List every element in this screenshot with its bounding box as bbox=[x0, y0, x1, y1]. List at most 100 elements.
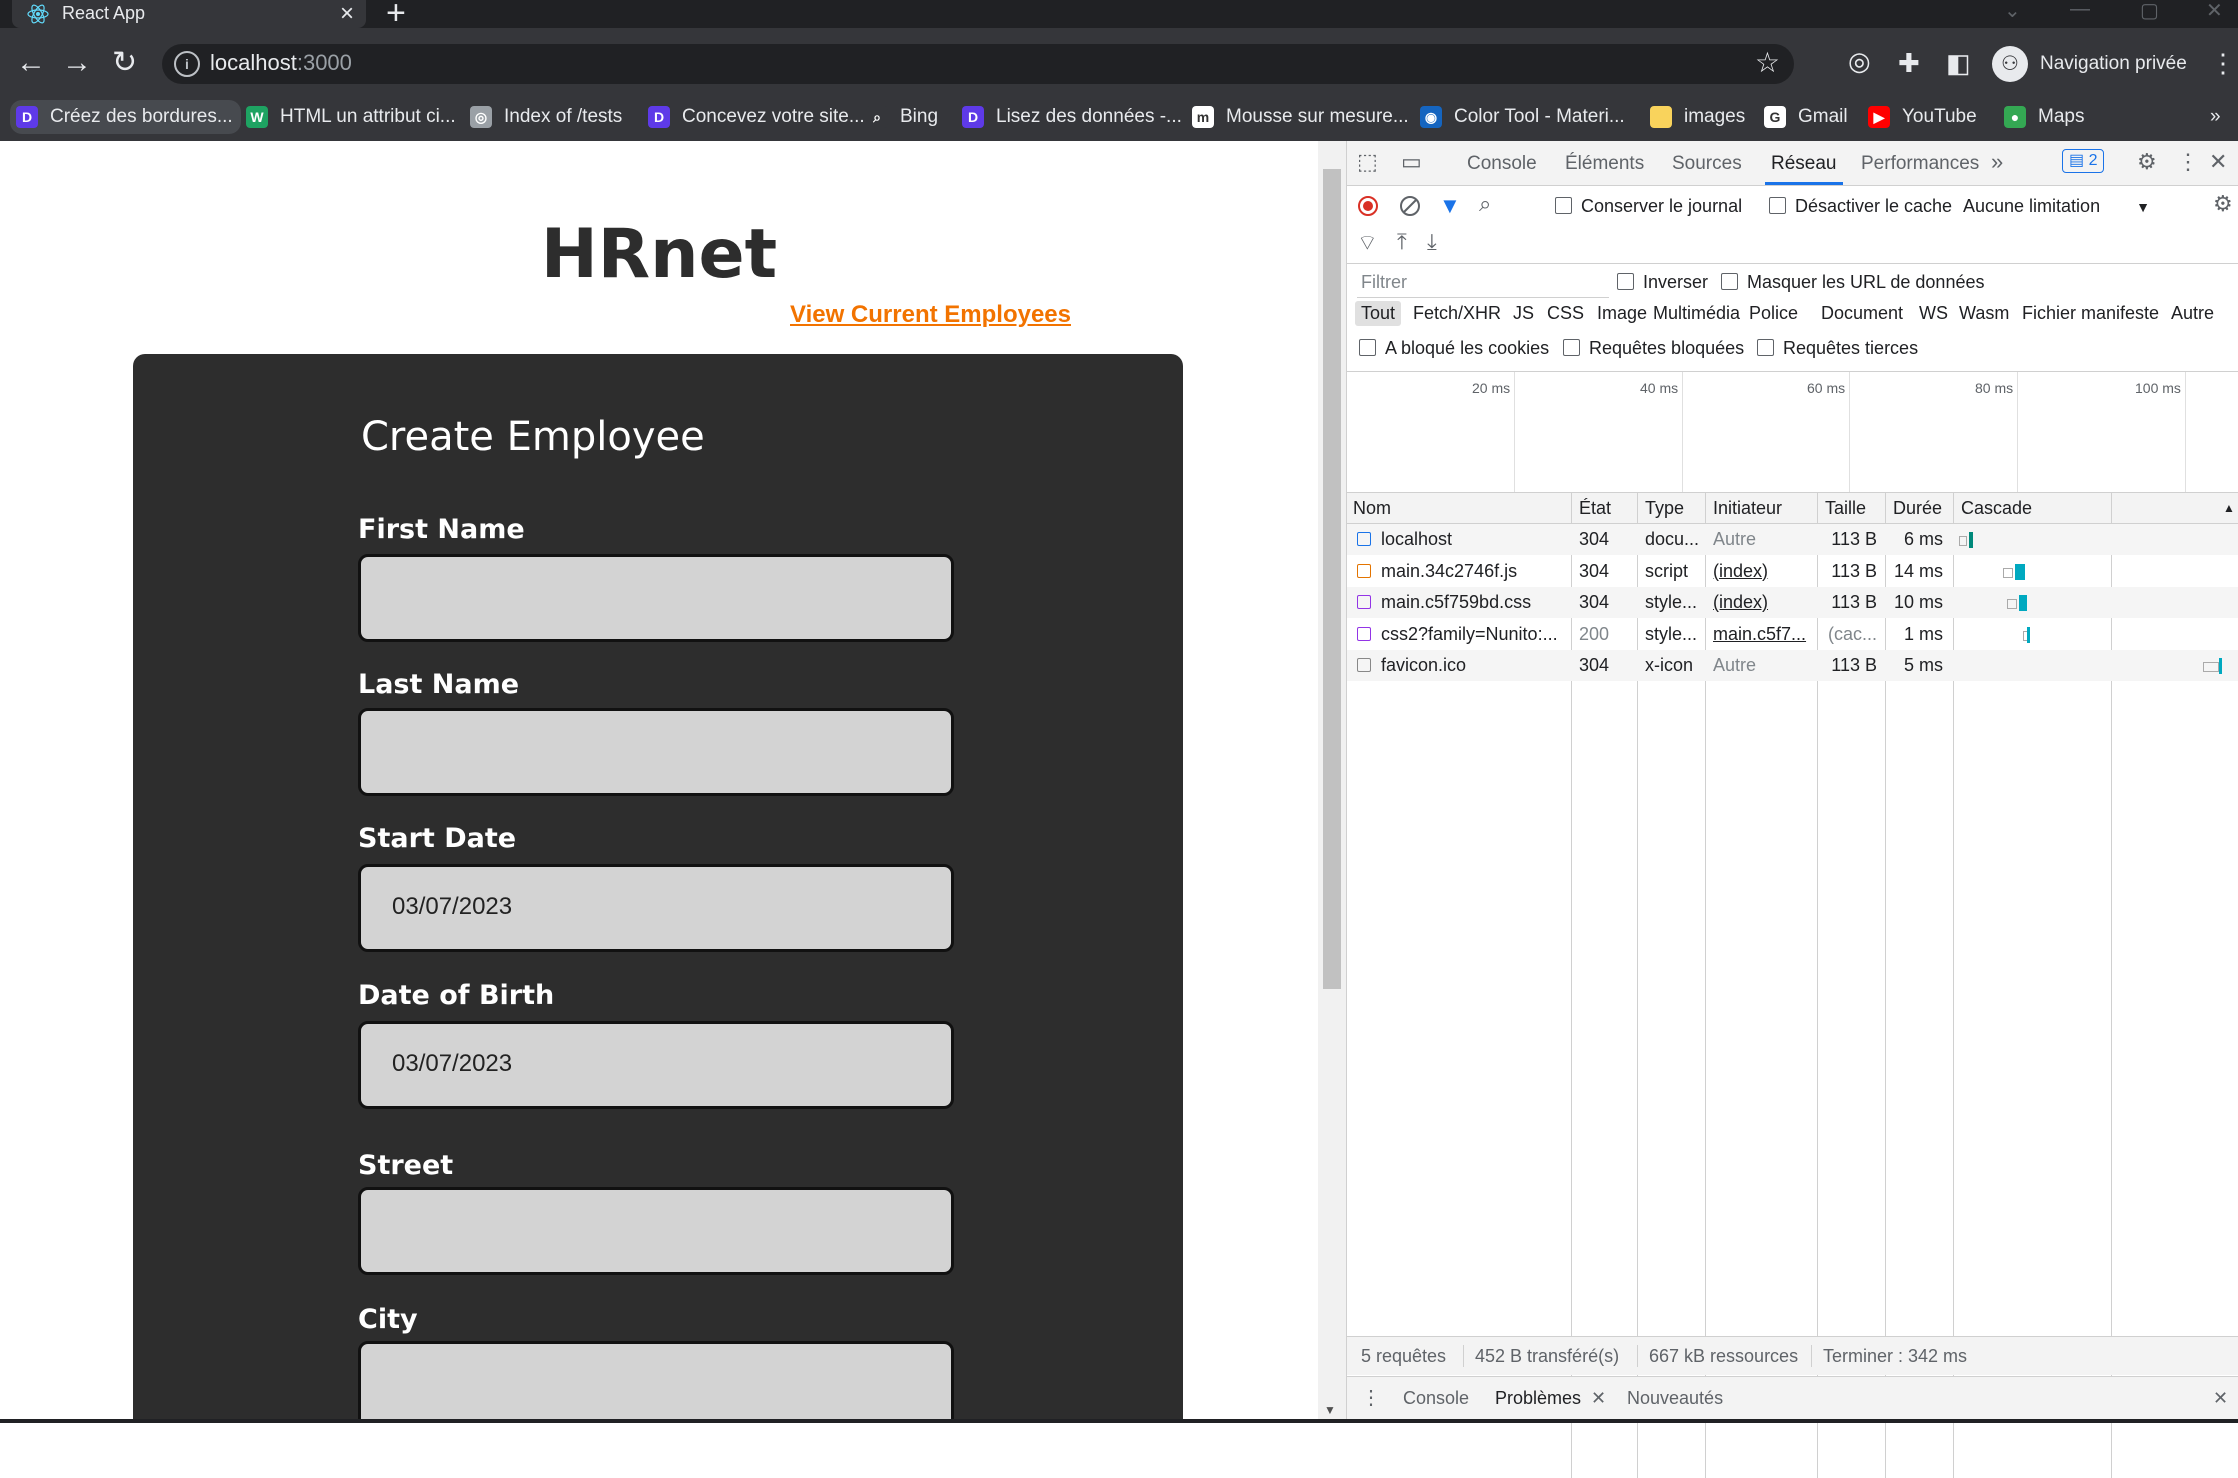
drawer-tab-console[interactable]: Console bbox=[1403, 1388, 1469, 1409]
table-row[interactable]: main.c5f759bd.css 304 style... (index) 113 B… bbox=[1347, 587, 2238, 618]
scroll-down-icon[interactable]: ▼ bbox=[1324, 1403, 1336, 1417]
city-input[interactable] bbox=[358, 1341, 954, 1419]
inspect-element-icon[interactable]: ⬚ bbox=[1357, 149, 1378, 175]
devtools-menu-icon[interactable]: ⋮ bbox=[2177, 149, 2199, 175]
drawer-tab-whats-new[interactable]: Nouveautés bbox=[1627, 1388, 1723, 1409]
throttling-select[interactable]: Aucune limitation ▼ bbox=[1963, 196, 2150, 217]
bookmark-item[interactable]: ● Maps bbox=[2004, 100, 2084, 134]
clear-icon[interactable] bbox=[1399, 195, 1421, 217]
third-party-checkbox[interactable]: Requêtes tierces bbox=[1757, 338, 1918, 359]
street-input[interactable] bbox=[358, 1187, 954, 1275]
first-name-input[interactable] bbox=[358, 554, 954, 642]
address-bar[interactable]: i localhost:3000 ☆ bbox=[162, 44, 1794, 84]
tab-sources[interactable]: Sources bbox=[1672, 153, 1742, 175]
close-devtools-icon[interactable]: ✕ bbox=[2209, 149, 2227, 175]
type-filter-wasm[interactable]: Wasm bbox=[1959, 303, 2009, 324]
blocked-cookies-checkbox[interactable]: A bloqué les cookies bbox=[1359, 338, 1549, 359]
type-filter-css[interactable]: CSS bbox=[1547, 303, 1584, 324]
cell-initiator[interactable]: main.c5f7... bbox=[1713, 619, 1813, 650]
disable-cache-checkbox[interactable]: Désactiver le cache bbox=[1769, 196, 1952, 217]
device-toolbar-icon[interactable]: ▭ bbox=[1401, 149, 1422, 175]
reload-icon[interactable]: ↻ bbox=[112, 48, 137, 78]
issues-badge[interactable]: ▤ 2 bbox=[2062, 149, 2105, 173]
last-name-input[interactable] bbox=[358, 708, 954, 796]
table-row[interactable]: localhost 304 docu... Autre 113 B 6 ms bbox=[1347, 524, 2238, 555]
cell-initiator[interactable]: (index) bbox=[1713, 587, 1813, 618]
bookmark-item[interactable]: ⌕ Bing bbox=[866, 100, 938, 134]
import-har-icon[interactable]: ⤒ bbox=[1397, 229, 1407, 255]
hide-data-urls-checkbox[interactable]: Masquer les URL de données bbox=[1721, 272, 1984, 293]
close-drawer-icon[interactable]: ✕ bbox=[2213, 1388, 2228, 1409]
col-time[interactable]: Durée bbox=[1893, 493, 1942, 523]
network-settings-icon[interactable]: ⚙ bbox=[2213, 191, 2233, 217]
invert-checkbox[interactable]: Inverser bbox=[1617, 272, 1708, 293]
sort-asc-icon[interactable]: ▲ bbox=[2223, 493, 2235, 523]
type-filter-font[interactable]: Police bbox=[1749, 303, 1798, 324]
close-issues-icon[interactable]: ✕ bbox=[1591, 1388, 1606, 1409]
browser-tab[interactable]: React App × bbox=[12, 0, 366, 28]
network-conditions-icon[interactable]: ⌔ bbox=[1357, 229, 1378, 257]
col-size[interactable]: Taille bbox=[1825, 493, 1866, 523]
type-filter-image[interactable]: Image bbox=[1597, 303, 1647, 324]
tab-network[interactable]: Réseau bbox=[1765, 153, 1842, 185]
bookmark-star-icon[interactable]: ☆ bbox=[1755, 46, 1780, 79]
search-icon[interactable]: ⌕ bbox=[1479, 191, 1491, 217]
tab-elements[interactable]: Éléments bbox=[1565, 153, 1644, 175]
bookmark-item[interactable]: W HTML un attribut ci... bbox=[246, 100, 456, 134]
site-info-icon[interactable]: i bbox=[174, 51, 200, 77]
settings-gear-icon[interactable]: ⚙ bbox=[2137, 149, 2157, 175]
tab-console[interactable]: Console bbox=[1467, 153, 1537, 175]
bookmark-item[interactable]: ◉ Color Tool - Materi... bbox=[1420, 100, 1625, 134]
extension-icon[interactable]: ◎ bbox=[1848, 46, 1871, 77]
tab-performance[interactable]: Performances bbox=[1861, 153, 1979, 175]
more-bookmarks-icon[interactable]: » bbox=[2210, 100, 2221, 134]
close-tab-icon[interactable]: × bbox=[340, 0, 354, 28]
type-filter-media[interactable]: Multimédia bbox=[1653, 303, 1740, 324]
type-filter-js[interactable]: JS bbox=[1513, 303, 1534, 324]
date-of-birth-input[interactable]: 03/07/2023 bbox=[358, 1021, 954, 1109]
preserve-log-checkbox[interactable]: Conserver le journal bbox=[1555, 196, 1742, 217]
filter-input[interactable]: Filtrer bbox=[1357, 267, 1609, 298]
table-row[interactable]: css2?family=Nunito:... 200 style... main.c5… bbox=[1347, 619, 2238, 650]
puzzle-icon[interactable]: ✚ bbox=[1898, 48, 1920, 79]
bookmark-item[interactable]: D Lisez des données -... bbox=[962, 100, 1182, 134]
maximize-icon[interactable]: ▢ bbox=[2140, 0, 2159, 23]
col-initiator[interactable]: Initiateur bbox=[1713, 493, 1782, 523]
blocked-requests-checkbox[interactable]: Requêtes bloquées bbox=[1563, 338, 1744, 359]
type-filter-fetch[interactable]: Fetch/XHR bbox=[1413, 303, 1501, 324]
bookmark-item[interactable]: D Concevez votre site... bbox=[648, 100, 865, 134]
page-scrollbar[interactable]: ▼ bbox=[1318, 141, 1346, 1419]
col-type[interactable]: Type bbox=[1645, 493, 1684, 523]
minimize-icon[interactable]: — bbox=[2070, 0, 2090, 21]
close-window-icon[interactable]: ✕ bbox=[2206, 0, 2223, 23]
drawer-tab-issues[interactable]: Problèmes bbox=[1495, 1388, 1581, 1409]
type-filter-all[interactable]: Tout bbox=[1355, 301, 1402, 326]
cell-initiator[interactable]: (index) bbox=[1713, 556, 1813, 587]
more-tabs-icon[interactable]: » bbox=[1991, 149, 2003, 175]
type-filter-manifest[interactable]: Fichier manifeste bbox=[2022, 303, 2159, 324]
back-icon[interactable]: ← bbox=[16, 48, 46, 78]
incognito-profile[interactable]: ⚇ Navigation privée bbox=[1992, 44, 2187, 84]
record-icon[interactable] bbox=[1357, 195, 1379, 217]
bookmark-item[interactable]: G Gmail bbox=[1764, 100, 1848, 134]
tab-search-icon[interactable]: ⌄ bbox=[2004, 0, 2021, 23]
side-panel-icon[interactable]: ◧ bbox=[1946, 48, 1971, 79]
table-row[interactable]: main.34c2746f.js 304 script (index) 113 B 14 … bbox=[1347, 556, 2238, 587]
bookmark-item[interactable]: D Créez des bordures... bbox=[10, 100, 241, 134]
bookmark-item[interactable]: ◎ Index of /tests bbox=[470, 100, 622, 134]
forward-icon[interactable]: → bbox=[62, 48, 92, 78]
bookmark-item[interactable]: m Mousse sur mesure... bbox=[1192, 100, 1409, 134]
menu-icon[interactable]: ⋮ bbox=[2210, 48, 2236, 79]
col-status[interactable]: État bbox=[1579, 493, 1611, 523]
drawer-menu-icon[interactable]: ⋮ bbox=[1361, 1385, 1381, 1410]
bookmark-item[interactable]: images bbox=[1650, 100, 1745, 134]
filter-icon[interactable]: ▼ bbox=[1439, 193, 1461, 219]
start-date-input[interactable]: 03/07/2023 bbox=[358, 864, 954, 952]
table-row[interactable]: favicon.ico 304 x-icon Autre 113 B 5 ms bbox=[1347, 650, 2238, 681]
network-overview[interactable]: 20 ms 40 ms 60 ms 80 ms 100 ms bbox=[1347, 371, 2238, 493]
col-waterfall[interactable]: Cascade bbox=[1961, 493, 2032, 523]
type-filter-other[interactable]: Autre bbox=[2171, 303, 2214, 324]
scrollbar-thumb[interactable] bbox=[1323, 169, 1341, 989]
type-filter-doc[interactable]: Document bbox=[1821, 303, 1903, 324]
bookmark-item[interactable]: ▶ YouTube bbox=[1868, 100, 1977, 134]
